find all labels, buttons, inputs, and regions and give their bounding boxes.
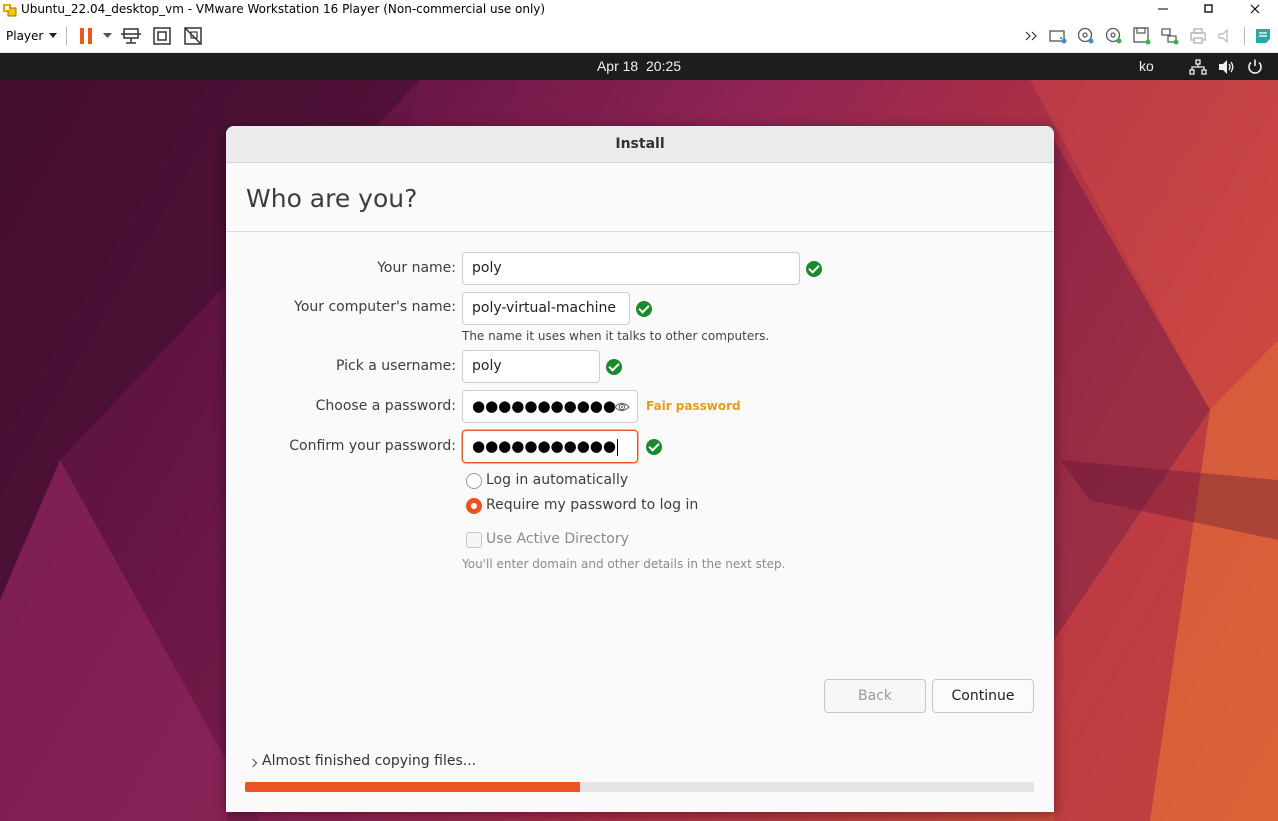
confirm-password-field[interactable]: ●●●●●●●●●●● bbox=[462, 430, 638, 463]
installer-window: Install Who are you? Your name: poly You… bbox=[226, 126, 1054, 812]
chevron-down-icon bbox=[49, 33, 58, 38]
install-progress-bar bbox=[245, 782, 1034, 792]
continue-button[interactable]: Continue bbox=[932, 679, 1034, 713]
password-field[interactable]: ●●●●●●●●●●● bbox=[462, 390, 638, 423]
send-ctrl-alt-del-icon[interactable] bbox=[120, 18, 142, 53]
valid-check-icon bbox=[636, 301, 652, 317]
input-language-indicator[interactable]: ko bbox=[1139, 58, 1154, 74]
login-auto-radio[interactable] bbox=[466, 473, 482, 489]
ubuntu-top-bar: Apr 18 20:25 ko bbox=[0, 53, 1278, 80]
active-directory-label[interactable]: Use Active Directory bbox=[486, 531, 629, 547]
printer-icon[interactable] bbox=[1188, 18, 1208, 53]
network-adapter-icon[interactable] bbox=[1160, 18, 1180, 53]
pause-icon[interactable] bbox=[76, 18, 96, 53]
player-menu-button[interactable]: Player bbox=[6, 18, 58, 53]
username-field[interactable]: poly bbox=[462, 350, 600, 383]
password-strength: Fair password bbox=[646, 399, 741, 413]
require-password-label[interactable]: Require my password to log in bbox=[486, 497, 698, 513]
password-masked-value: ●●●●●●●●●●● bbox=[472, 397, 616, 415]
network-icon[interactable] bbox=[1189, 58, 1207, 76]
clock[interactable]: Apr 18 20:25 bbox=[0, 58, 1278, 74]
fullscreen-icon[interactable] bbox=[151, 18, 173, 53]
computer-name-label: Your computer's name: bbox=[294, 299, 456, 315]
toolbar-divider bbox=[1244, 27, 1245, 45]
active-directory-hint: You'll enter domain and other details in… bbox=[462, 557, 786, 571]
cd-dvd-2-icon[interactable] bbox=[1104, 18, 1124, 53]
confirm-masked-value: ●●●●●●●●●●● bbox=[472, 437, 616, 455]
message-log-icon[interactable] bbox=[1252, 18, 1274, 53]
overflow-chevron-icon[interactable] bbox=[1024, 18, 1040, 53]
unity-icon[interactable] bbox=[182, 18, 204, 53]
valid-check-icon bbox=[646, 439, 662, 455]
install-progress-fill bbox=[245, 782, 581, 792]
valid-check-icon bbox=[606, 359, 622, 375]
your-name-field[interactable]: poly bbox=[462, 252, 800, 285]
computer-name-field[interactable]: poly-virtual-machine bbox=[462, 292, 630, 325]
toolbar-divider bbox=[66, 27, 67, 45]
password-label: Choose a password: bbox=[315, 398, 456, 414]
dropdown-arrow-icon[interactable] bbox=[100, 18, 114, 53]
confirm-password-label: Confirm your password: bbox=[289, 438, 456, 454]
chevron-right-icon[interactable] bbox=[248, 758, 258, 768]
text-cursor bbox=[616, 438, 618, 456]
install-status-text[interactable]: Almost finished copying files... bbox=[262, 753, 476, 769]
require-password-radio[interactable] bbox=[466, 498, 482, 514]
login-auto-label[interactable]: Log in automatically bbox=[486, 472, 628, 488]
volume-icon[interactable] bbox=[1218, 58, 1236, 76]
computer-name-hint: The name it uses when it talks to other … bbox=[462, 329, 770, 343]
your-name-label: Your name: bbox=[377, 260, 456, 276]
hard-disk-icon[interactable] bbox=[1048, 18, 1068, 53]
close-icon[interactable] bbox=[1232, 0, 1278, 18]
vmware-toolbar: Player bbox=[0, 18, 1278, 53]
installer-window-title: Install bbox=[226, 126, 1054, 163]
vmware-app-icon bbox=[3, 2, 19, 17]
active-directory-checkbox[interactable] bbox=[466, 532, 482, 548]
username-label: Pick a username: bbox=[335, 358, 456, 374]
sound-icon[interactable] bbox=[1216, 18, 1236, 53]
valid-check-icon bbox=[806, 261, 822, 277]
power-icon[interactable] bbox=[1246, 58, 1264, 76]
page-title: Who are you? bbox=[226, 163, 1054, 232]
floppy-icon[interactable] bbox=[1132, 18, 1152, 53]
vmware-title-bar: Ubuntu_22.04_desktop_vm - VMware Worksta… bbox=[0, 0, 1278, 18]
player-menu-label: Player bbox=[6, 28, 44, 43]
window-title: Ubuntu_22.04_desktop_vm - VMware Worksta… bbox=[21, 2, 546, 16]
minimize-icon[interactable] bbox=[1140, 0, 1186, 18]
cd-dvd-icon[interactable] bbox=[1076, 18, 1096, 53]
back-button[interactable]: Back bbox=[824, 679, 926, 713]
show-password-eye-icon[interactable] bbox=[614, 399, 630, 413]
maximize-icon[interactable] bbox=[1186, 0, 1232, 18]
